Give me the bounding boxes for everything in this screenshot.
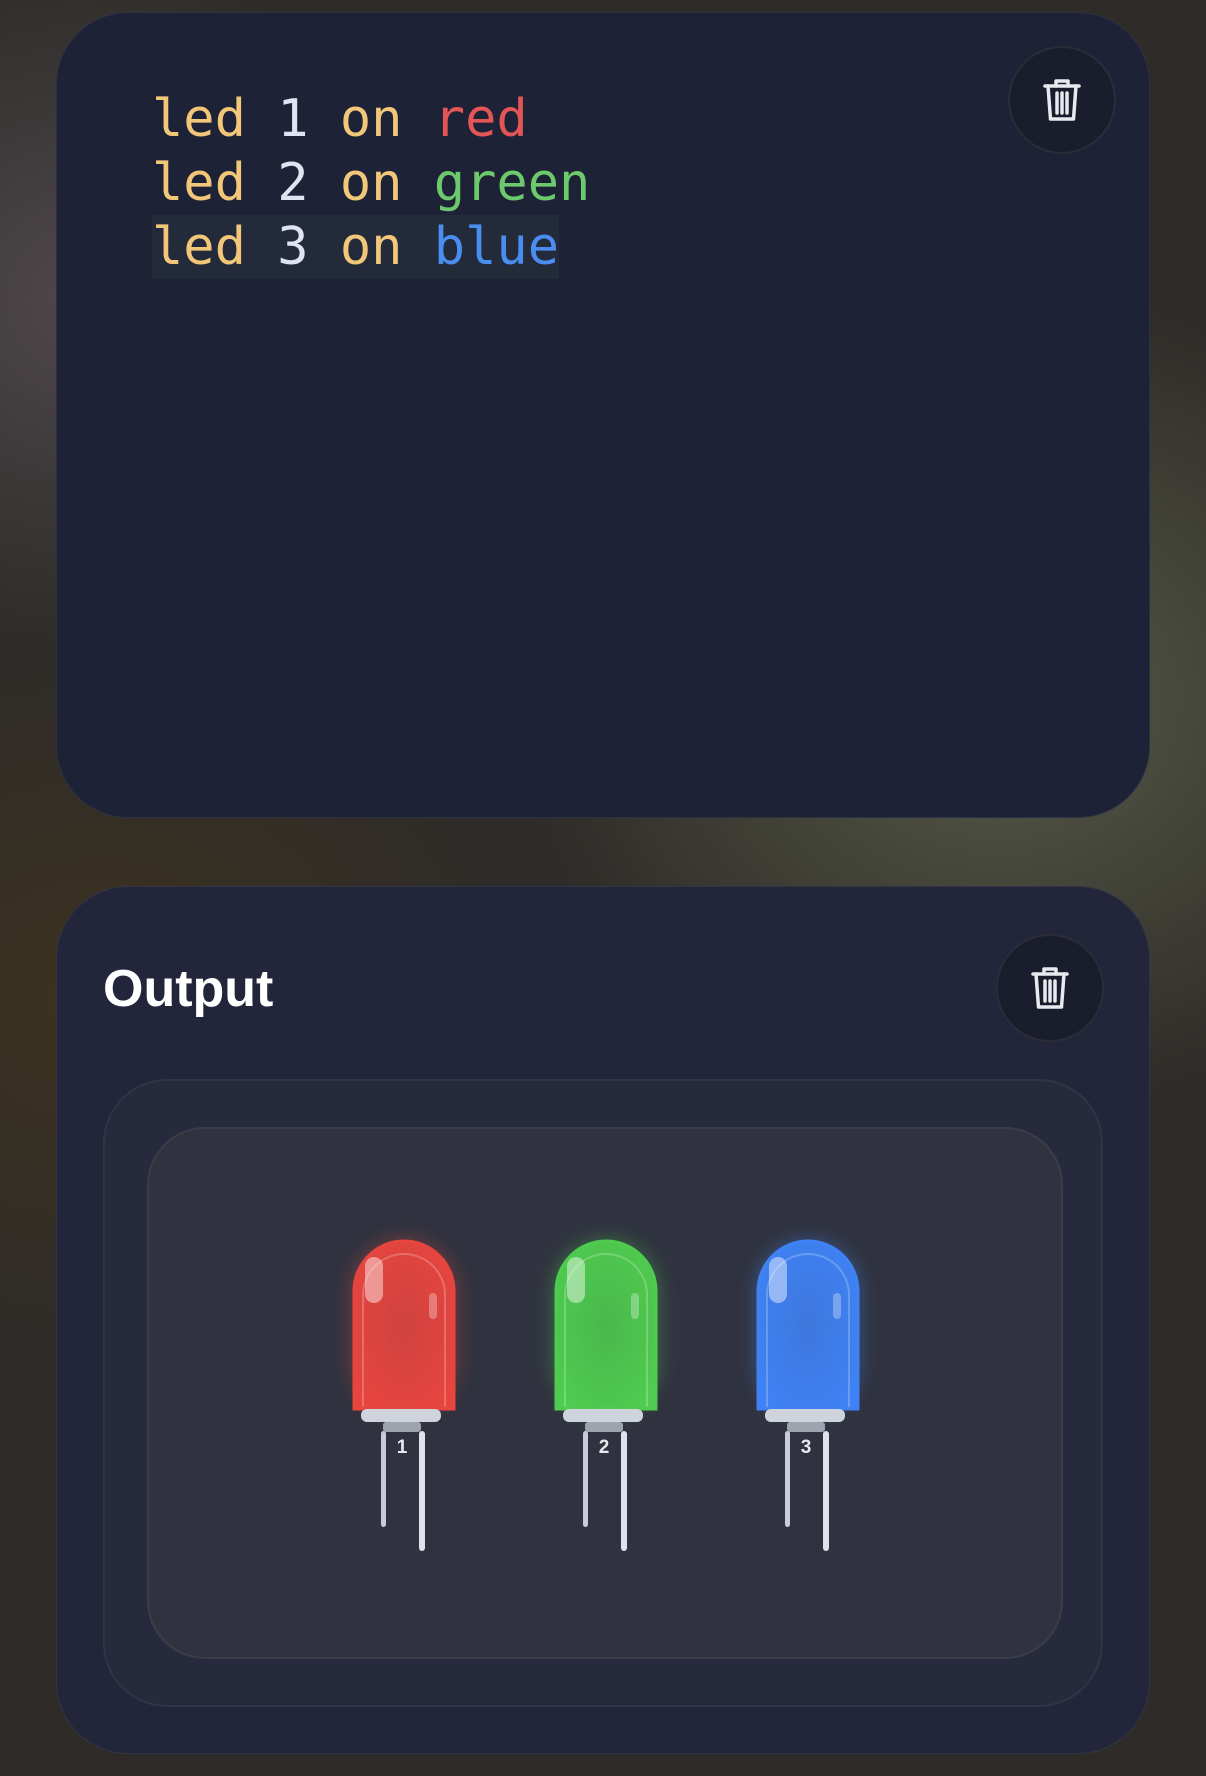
output-card: Output 1 2 3 bbox=[56, 886, 1150, 1754]
code-color-value: green bbox=[433, 153, 591, 213]
code-keyword: led bbox=[152, 217, 246, 277]
code-number: 1 bbox=[277, 89, 309, 149]
code-keyword: on bbox=[339, 89, 403, 149]
code-line-2[interactable]: led 2 on green bbox=[152, 151, 590, 215]
trash-icon bbox=[1031, 967, 1069, 1009]
led-leg bbox=[823, 1431, 829, 1551]
led-label: 3 bbox=[801, 1437, 812, 1458]
led-graphic: 2 bbox=[554, 1239, 658, 1551]
led-leg bbox=[621, 1431, 627, 1551]
led-leg bbox=[381, 1431, 386, 1527]
code-keyword: on bbox=[339, 153, 403, 213]
code-keyword: led bbox=[152, 89, 246, 149]
clear-output-button[interactable] bbox=[996, 934, 1104, 1042]
trash-icon bbox=[1043, 79, 1081, 121]
code-editor-card: led 1 on red led 2 on green led 3 on blue bbox=[56, 12, 1150, 818]
led-graphic: 3 bbox=[756, 1239, 860, 1551]
led-graphic: 1 bbox=[352, 1239, 456, 1551]
output-panel: 1 2 3 bbox=[103, 1079, 1103, 1707]
code-keyword: on bbox=[339, 217, 403, 277]
led-label: 2 bbox=[599, 1437, 610, 1458]
code-color-value: blue bbox=[433, 217, 560, 277]
code-line-1[interactable]: led 1 on red bbox=[152, 87, 590, 151]
output-title: Output bbox=[103, 960, 274, 1018]
code-editor[interactable]: led 1 on red led 2 on green led 3 on blue bbox=[152, 87, 590, 279]
code-number: 2 bbox=[277, 153, 309, 213]
led-label: 1 bbox=[397, 1437, 408, 1458]
led-leg bbox=[419, 1431, 425, 1551]
led-display: 1 2 3 bbox=[147, 1127, 1063, 1659]
led-2: 2 bbox=[551, 1239, 661, 1559]
code-line-3[interactable]: led 3 on blue bbox=[152, 215, 590, 279]
led-leg bbox=[785, 1431, 790, 1527]
clear-code-button[interactable] bbox=[1008, 46, 1116, 154]
code-number: 3 bbox=[277, 217, 309, 277]
code-keyword: led bbox=[152, 153, 246, 213]
led-leg bbox=[583, 1431, 588, 1527]
led-3: 3 bbox=[753, 1239, 863, 1559]
led-1: 1 bbox=[349, 1239, 459, 1559]
code-color-value: red bbox=[433, 89, 528, 149]
